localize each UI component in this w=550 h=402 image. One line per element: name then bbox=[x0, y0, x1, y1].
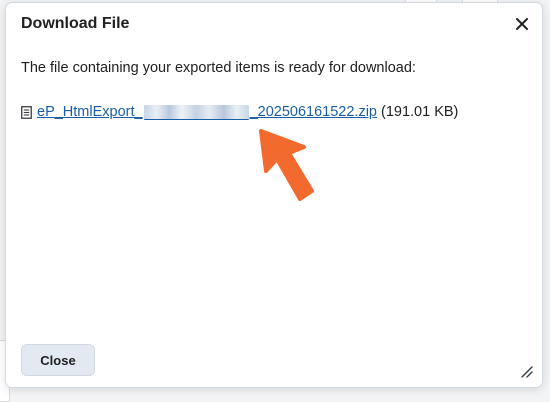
file-row: eP_HtmlExport_ _202506161522.zip (191.01… bbox=[21, 102, 458, 122]
dialog-message: The file containing your exported items … bbox=[21, 60, 416, 76]
resize-handle-icon[interactable] bbox=[521, 366, 533, 378]
download-file-link[interactable]: eP_HtmlExport_ _202506161522.zip bbox=[37, 104, 377, 120]
file-size: (191.01 KB) bbox=[380, 104, 459, 120]
close-button[interactable]: Close bbox=[21, 344, 95, 376]
dialog-title: Download File bbox=[21, 15, 130, 32]
file-name-suffix: _202506161522.zip bbox=[249, 104, 377, 120]
redacted-file-name-segment bbox=[143, 104, 249, 120]
pointer-arrow bbox=[259, 129, 314, 201]
download-file-dialog: Download File The file containing your e… bbox=[5, 2, 543, 388]
file-name-prefix: eP_HtmlExport_ bbox=[37, 104, 143, 120]
close-icon[interactable] bbox=[514, 16, 530, 32]
file-icon bbox=[21, 105, 32, 119]
